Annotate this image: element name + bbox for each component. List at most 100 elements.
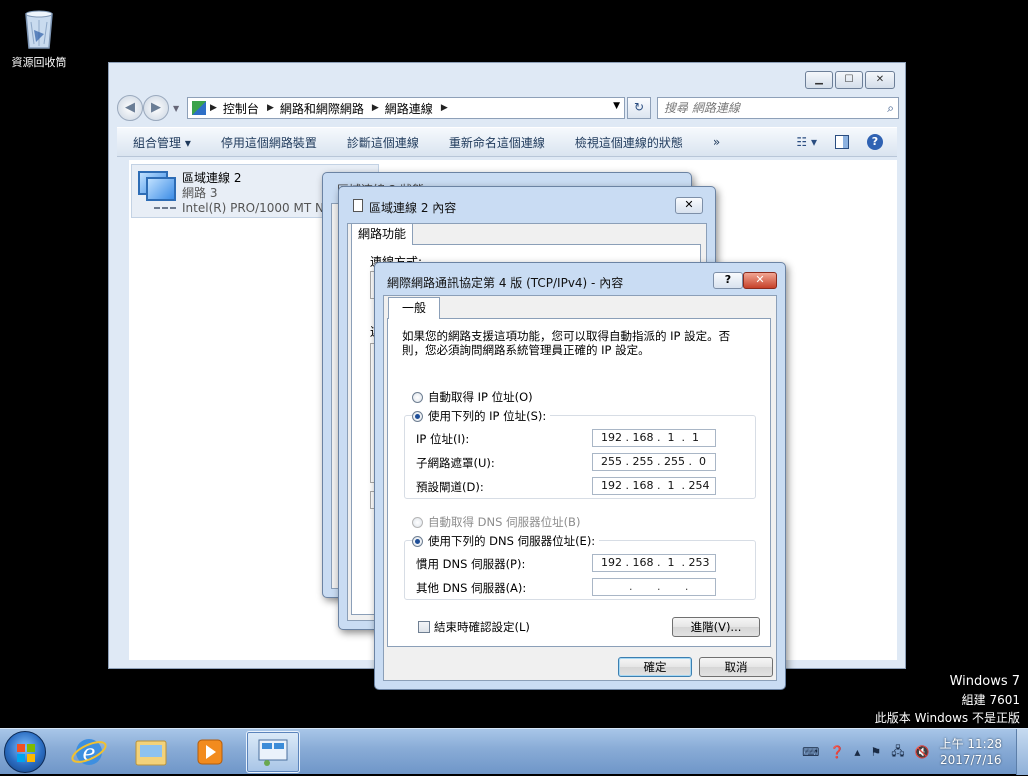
use-ip-label: 使用下列的 IP 位址(S):: [428, 409, 547, 423]
breadcrumb-network-connections[interactable]: 網路連線: [385, 100, 433, 117]
cancel-button[interactable]: 取消: [699, 657, 773, 677]
chevron-right-icon: ▶: [440, 103, 448, 113]
auto-dns-option[interactable]: 自動取得 DNS 伺服器位址(B): [412, 514, 580, 530]
connection-name: 區域連線 2: [182, 171, 242, 185]
action-center-icon[interactable]: ⚑: [870, 745, 881, 759]
volume-muted-icon[interactable]: 🔇: [915, 745, 930, 759]
taskbar-file-explorer[interactable]: [124, 731, 178, 773]
chevron-right-icon: ▶: [371, 103, 379, 113]
refresh-button[interactable]: ↻: [627, 97, 651, 119]
general-pane: 如果您的網路支援這項功能，您可以取得自動指派的 IP 設定。否則，您必須詢問網路…: [387, 318, 771, 647]
dialog-close-button[interactable]: ✕: [743, 272, 777, 289]
advanced-button[interactable]: 進階(V)...: [672, 617, 760, 637]
breadcrumb-network-internet[interactable]: 網路和網際網路: [280, 100, 364, 117]
connection-network: 網路 3: [182, 186, 218, 200]
keyboard-icon[interactable]: ⌨: [802, 745, 819, 759]
windows-logo-icon: [17, 744, 35, 762]
default-gateway-label: 預設閘道(D):: [416, 480, 484, 494]
close-button[interactable]: ✕: [865, 71, 895, 89]
forward-button[interactable]: ▶: [143, 95, 169, 121]
recent-pages-dropdown[interactable]: ▼: [173, 104, 179, 113]
windows-watermark: Windows 7 組建 7601 此版本 Windows 不是正版: [875, 673, 1020, 727]
taskbar: e ⌨ ❓ ▴ ⚑ 🖧 🔇 上午 11:28 2017/7/16: [0, 728, 1028, 775]
change-view-icon[interactable]: ☷ ▾: [796, 135, 817, 149]
help-tray-icon[interactable]: ❓: [829, 745, 844, 759]
watermark-genuine-notice: 此版本 Windows 不是正版: [874, 711, 1020, 725]
use-dns-option[interactable]: 使用下列的 DNS 伺服器位址(E):: [412, 533, 600, 549]
connection-adapter: Intel(R) PRO/1000 MT N: [182, 201, 324, 215]
use-ip-radio[interactable]: [412, 410, 423, 422]
preview-pane-icon[interactable]: [835, 135, 849, 149]
properties-close-button[interactable]: ✕: [675, 197, 703, 214]
search-input[interactable]: 搜尋 網路連線 ⌕: [657, 97, 899, 119]
validate-settings-option[interactable]: 結束時確認設定(L): [418, 619, 530, 635]
alternate-dns-row: 其他 DNS 伺服器(A): . . .: [416, 578, 726, 596]
rename-connection-button[interactable]: 重新命名這個連線: [449, 134, 545, 151]
maximize-button[interactable]: ☐: [835, 71, 863, 89]
media-player-icon: [197, 739, 223, 765]
clock-time: 11:28: [967, 737, 1002, 751]
navigation-bar: ◀ ▶ ▼ ▶ 控制台 ▶ 網路和網際網路 ▶ 網路連線 ▶ ▼ ↻ 搜尋 網路…: [117, 95, 899, 121]
organize-menu[interactable]: 組合管理 ▾: [133, 134, 191, 151]
auto-ip-option[interactable]: 自動取得 IP 位址(O): [412, 389, 533, 405]
chevron-right-icon: ▶: [210, 103, 217, 113]
network-icon: [353, 199, 363, 212]
auto-dns-label: 自動取得 DNS 伺服器位址(B): [428, 515, 581, 529]
start-button[interactable]: [4, 731, 46, 773]
taskbar-media-player[interactable]: [184, 731, 238, 773]
recycle-bin-label: 資源回收筒: [11, 56, 67, 69]
tab-networking[interactable]: 網路功能: [351, 223, 413, 245]
recycle-bin-icon: [22, 6, 56, 50]
system-tray: ⌨ ❓ ▴ ⚑ 🖧 🔇 上午 11:28 2017/7/16: [802, 729, 1028, 775]
preferred-dns-label: 慣用 DNS 伺服器(P):: [416, 557, 526, 571]
taskbar-internet-explorer[interactable]: e: [62, 731, 116, 773]
minimize-button[interactable]: ▁: [805, 71, 833, 89]
dialog-help-button[interactable]: ?: [713, 272, 743, 289]
show-hidden-icons[interactable]: ▴: [854, 745, 860, 759]
recycle-bin-shortcut[interactable]: 資源回收筒: [6, 6, 72, 70]
description-text: 如果您的網路支援這項功能，您可以取得自動指派的 IP 設定。否則，您必須詢問網路…: [402, 329, 731, 357]
network-adapter-icon: [132, 165, 182, 215]
network-tray-icon[interactable]: 🖧: [891, 742, 904, 763]
search-icon[interactable]: ⌕: [887, 98, 894, 118]
address-bar[interactable]: ▶ 控制台 ▶ 網路和網際網路 ▶ 網路連線 ▶ ▼: [187, 97, 625, 119]
ip-address-label: IP 位址(I):: [416, 432, 470, 446]
tcpipv4-dialog-title: 網際網路通訊協定第 4 版 (TCP/IPv4) - 內容: [387, 276, 624, 290]
ok-button[interactable]: 確定: [618, 657, 692, 677]
preferred-dns-row: 慣用 DNS 伺服器(P): 192 . 168 . 1 . 253: [416, 554, 726, 572]
default-gateway-field[interactable]: 192 . 168 . 1 . 254: [592, 477, 716, 495]
address-dropdown-icon[interactable]: ▼: [613, 101, 620, 111]
chevron-right-icon: ▶: [266, 103, 274, 113]
more-commands-button[interactable]: »: [713, 135, 720, 149]
diagnose-connection-button[interactable]: 診斷這個連線: [347, 134, 419, 151]
preferred-dns-field[interactable]: 192 . 168 . 1 . 253: [592, 554, 716, 572]
tab-general[interactable]: 一般: [388, 297, 440, 319]
command-bar: 組合管理 ▾ 停用這個網路裝置 診斷這個連線 重新命名這個連線 檢視這個連線的狀…: [117, 127, 897, 157]
show-desktop-button[interactable]: [1016, 729, 1028, 775]
disable-device-button[interactable]: 停用這個網路裝置: [221, 134, 317, 151]
tcpipv4-dialog: 網際網路通訊協定第 4 版 (TCP/IPv4) - 內容 ? ✕ 一般 如果您…: [374, 262, 786, 690]
ip-address-row: IP 位址(I): 192 . 168 . 1 . 1: [416, 429, 726, 447]
clock[interactable]: 上午 11:28 2017/7/16: [940, 736, 1002, 768]
properties-dialog-title: 區域連線 2 內容: [369, 201, 457, 215]
auto-ip-label: 自動取得 IP 位址(O): [428, 390, 533, 404]
auto-ip-radio[interactable]: [412, 391, 423, 403]
help-icon[interactable]: ?: [867, 134, 883, 150]
folder-icon: [135, 740, 167, 766]
use-dns-radio[interactable]: [412, 535, 423, 547]
clock-period: 上午: [939, 737, 964, 751]
auto-dns-radio[interactable]: [412, 516, 423, 528]
subnet-mask-field[interactable]: 255 . 255 . 255 . 0: [592, 453, 716, 471]
use-ip-option[interactable]: 使用下列的 IP 位址(S):: [412, 408, 551, 424]
view-status-button[interactable]: 檢視這個連線的狀態: [575, 134, 683, 151]
taskbar-network-connections[interactable]: [246, 731, 300, 773]
watermark-build: 組建 7601: [961, 693, 1020, 707]
ip-address-field[interactable]: 192 . 168 . 1 . 1: [592, 429, 716, 447]
clock-date: 2017/7/16: [940, 753, 1002, 767]
watermark-edition: Windows 7: [949, 674, 1020, 689]
alternate-dns-field[interactable]: . . .: [592, 578, 716, 596]
subnet-mask-row: 子網路遮罩(U): 255 . 255 . 255 . 0: [416, 453, 726, 471]
validate-settings-checkbox[interactable]: [418, 621, 430, 633]
back-button[interactable]: ◀: [117, 95, 143, 121]
breadcrumb-control-panel[interactable]: 控制台: [223, 100, 259, 117]
